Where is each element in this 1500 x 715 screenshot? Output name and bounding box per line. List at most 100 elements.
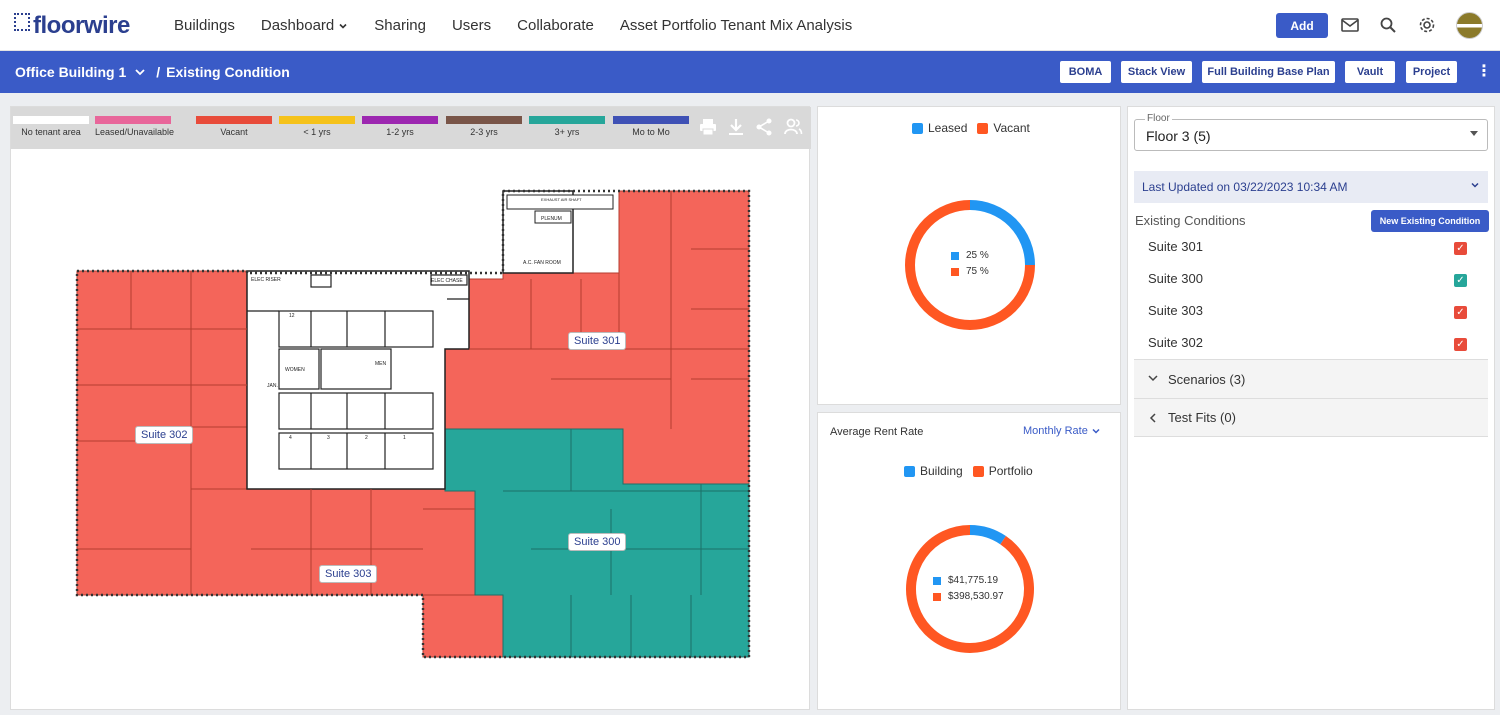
legend-label: Vacant (220, 127, 248, 137)
legend-2-3: 2-3 yrs (446, 116, 522, 137)
breadcrumb-separator: / (156, 64, 161, 80)
project-button[interactable]: Project (1406, 61, 1457, 83)
users-icon[interactable] (783, 117, 803, 137)
new-existing-condition-button[interactable]: New Existing Condition (1371, 210, 1489, 232)
floorwire-logo[interactable]: floorwire (14, 12, 130, 40)
building-rent-value: $41,775.19 (948, 575, 999, 586)
logo-text: floorwire (33, 12, 130, 39)
nav-label: Asset Portfolio Tenant Mix Analysis (619, 17, 853, 34)
legend-building-item[interactable]: Building (904, 464, 963, 478)
jan-label: JAN. (267, 383, 278, 389)
nav-label: Dashboard (260, 17, 335, 34)
logo-mark-icon (14, 13, 30, 31)
legend-leased-item[interactable]: Leased (912, 121, 967, 135)
chevron-down-icon (1092, 428, 1100, 434)
nav-dashboard[interactable]: Dashboard (261, 17, 348, 34)
elevator-1-label: 1 (403, 435, 406, 441)
conditions-panel: Floor Floor 3 (5) Last Updated on 03/22/… (1127, 106, 1495, 710)
last-updated-expander[interactable]: Last Updated on 03/22/2023 10:34 AM (1134, 171, 1488, 203)
mail-icon[interactable] (1339, 14, 1361, 36)
search-icon[interactable] (1377, 14, 1399, 36)
donut-slice-building[interactable] (969, 525, 1006, 545)
existing-conditions-title: Existing Conditions (1135, 213, 1246, 228)
main-nav: Buildings Dashboard Sharing Users Collab… (174, 0, 878, 51)
legend-text: Building (920, 464, 963, 478)
suite-row-303[interactable]: Suite 303 ✓ (1148, 303, 1488, 323)
floor-select-value: Floor 3 (5) (1146, 128, 1211, 144)
chevron-left-icon (1149, 412, 1156, 423)
men-label: MEN (375, 361, 387, 367)
legend-label: 2-3 yrs (470, 127, 498, 137)
nav-label: Sharing (374, 17, 426, 34)
suite-row-label: Suite 303 (1148, 303, 1203, 318)
legend-text: Leased (928, 121, 968, 135)
suite-checkbox[interactable]: ✓ (1454, 338, 1467, 351)
vault-button[interactable]: Vault (1345, 61, 1395, 83)
ac-fan-room-label: A.C. FAN ROOM (523, 260, 561, 266)
elevator-2-label: 2 (365, 435, 368, 441)
nav-users[interactable]: Users (452, 17, 491, 34)
gear-icon[interactable] (1416, 14, 1438, 36)
suite-row-302[interactable]: Suite 302 ✓ (1148, 335, 1488, 355)
rate-select[interactable]: Monthly Rate (1023, 425, 1101, 437)
print-icon[interactable] (698, 117, 718, 137)
leased-swatch (912, 122, 923, 134)
nav-collaborate[interactable]: Collaborate (517, 17, 594, 34)
stack-view-button[interactable]: Stack View (1121, 61, 1192, 83)
building-swatch (904, 465, 915, 477)
boma-button[interactable]: BOMA (1060, 61, 1111, 83)
floor-plan-panel: No tenant area Leased/Unavailable Vacant… (10, 106, 811, 710)
legend-vacant: Vacant (196, 116, 272, 137)
legend-text: Portfolio (988, 464, 1033, 478)
elevator-12-label: 12 (289, 313, 295, 319)
legend-label: 1-2 yrs (386, 127, 414, 137)
floor-plan-drawing[interactable]: PLENUM A.C. FAN ROOM EXHAUST AIR SHAFT E… (11, 149, 811, 709)
rent-center-legend: $41,775.19 $398,530.97 (933, 575, 1004, 607)
leased-percent: 25 % (966, 250, 989, 261)
download-icon[interactable] (726, 117, 746, 137)
suite-label-302[interactable]: Suite 302 (135, 426, 194, 444)
page-title: Existing Condition (166, 64, 290, 80)
suite-row-label: Suite 302 (1148, 335, 1203, 350)
chevron-down-icon (1148, 375, 1158, 382)
legend-label: Mo to Mo (632, 127, 670, 137)
suite-checkbox[interactable]: ✓ (1454, 274, 1467, 287)
chevron-down-icon[interactable] (134, 67, 146, 77)
suite-checkbox[interactable]: ✓ (1454, 242, 1467, 255)
legend-label: Leased/Unavailable (95, 127, 175, 137)
avatar[interactable] (1456, 12, 1483, 39)
legend-vacant-item[interactable]: Vacant (977, 121, 1030, 135)
nav-buildings[interactable]: Buildings (174, 17, 235, 34)
legend-3plus: 3+ yrs (529, 116, 605, 137)
nav-sharing[interactable]: Sharing (374, 17, 426, 34)
suite-label-301[interactable]: Suite 301 (568, 332, 627, 350)
share-icon[interactable] (754, 117, 774, 137)
nav-asset-portfolio[interactable]: Asset Portfolio Tenant Mix Analysis (620, 17, 852, 34)
elec-chase-label: ELEC CHASE (431, 278, 463, 284)
suite-label-300[interactable]: Suite 300 (568, 533, 627, 551)
floor-select-label: Floor (1145, 113, 1172, 124)
leased-vacant-chart-panel: Leased Vacant 25 % 75 % (817, 106, 1121, 405)
more-options-icon[interactable]: ⋮ (1476, 62, 1492, 82)
breadcrumb: Office Building 1 / Existing Condition (15, 64, 290, 80)
suite-label-303[interactable]: Suite 303 (319, 565, 378, 583)
test-fits-accordion[interactable]: Test Fits (0) (1134, 398, 1488, 437)
rent-title: Average Rent Rate (830, 426, 924, 438)
building-name[interactable]: Office Building 1 (15, 64, 126, 80)
last-updated-text: Last Updated on 03/22/2023 10:34 AM (1142, 180, 1348, 194)
floor-select[interactable]: Floor Floor 3 (5) (1134, 113, 1488, 151)
chevron-down-icon (339, 23, 347, 29)
exhaust-label: EXHAUST AIR SHAFT (541, 197, 582, 202)
legend-portfolio-item[interactable]: Portfolio (972, 464, 1033, 478)
add-button[interactable]: Add (1276, 13, 1328, 38)
full-building-base-plan-button[interactable]: Full Building Base Plan (1202, 61, 1335, 83)
leased-center-legend: 25 % 75 % (951, 250, 989, 282)
chart-legend: Building Portfolio (904, 464, 1043, 478)
suite-row-300[interactable]: Suite 300 ✓ (1148, 271, 1488, 291)
suite-row-301[interactable]: Suite 301 ✓ (1148, 239, 1488, 259)
scenarios-accordion[interactable]: Scenarios (3) (1134, 359, 1488, 398)
suite-checkbox[interactable]: ✓ (1454, 306, 1467, 319)
scenarios-label: Scenarios (3) (1168, 371, 1246, 387)
women-label: WOMEN (285, 367, 305, 373)
top-navbar: floorwire Buildings Dashboard Sharing Us… (0, 0, 1500, 51)
